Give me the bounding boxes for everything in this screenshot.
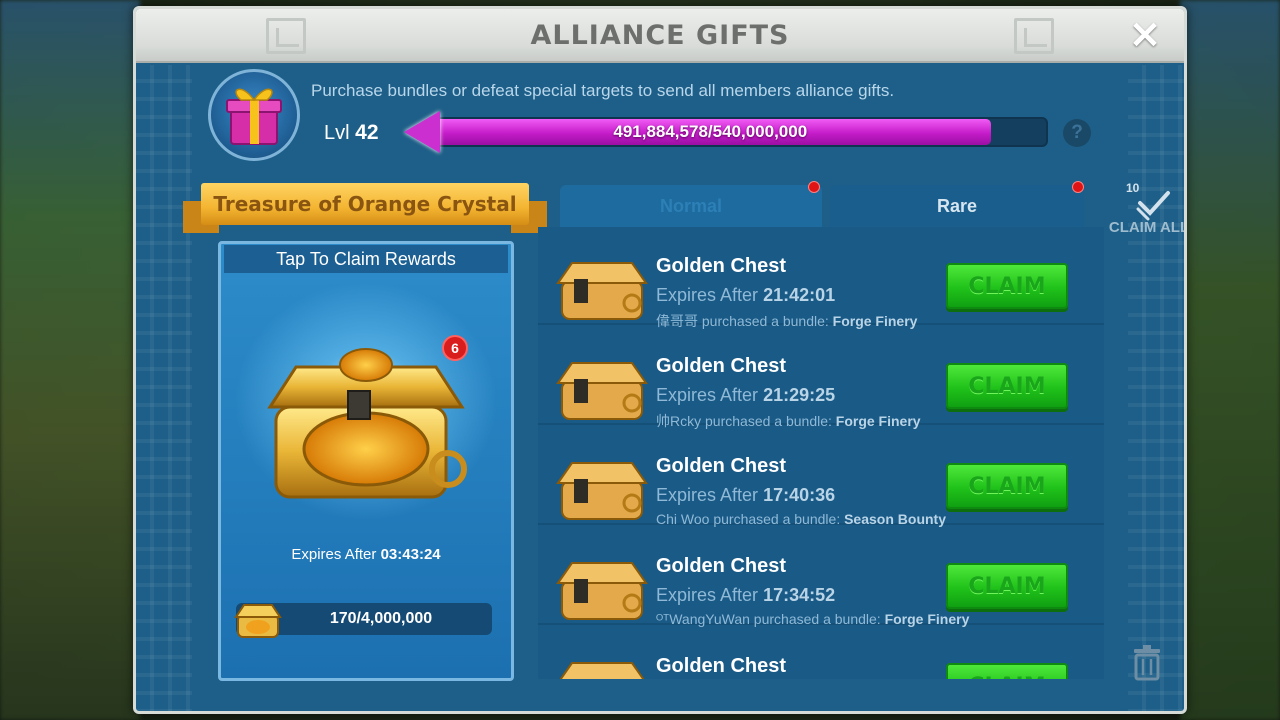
tab-normal[interactable]: Normal xyxy=(560,185,822,227)
gift-expires-time: 17:34:52 xyxy=(763,585,836,605)
check-icon xyxy=(1136,191,1170,221)
meander-border-left xyxy=(136,65,192,711)
gift-source: Chi Woo purchased a bundle: Season Bount… xyxy=(656,511,946,527)
meander-border-right xyxy=(1128,65,1184,711)
claim-button[interactable]: CLAIM xyxy=(946,563,1068,609)
list-item: Golden Chest CLAIM xyxy=(538,627,1104,679)
gift-expires-label: Expires After xyxy=(656,285,759,305)
gift-buyer: ᴼᵀWangYuWan xyxy=(656,611,750,627)
treasure-expires: Expires After 03:43:24 xyxy=(224,546,508,563)
gift-expires: Expires After 21:29:25 xyxy=(656,385,835,406)
claim-button[interactable]: CLAIM xyxy=(946,463,1068,509)
gift-name: Golden Chest xyxy=(656,355,787,377)
gift-bundle: Season Bounty xyxy=(844,511,946,527)
gift-name: Golden Chest xyxy=(656,255,787,277)
background-left xyxy=(0,0,140,720)
gift-name: Golden Chest xyxy=(656,555,787,577)
alliance-level: Lvl 42 xyxy=(324,121,379,145)
treasure-ribbon: Treasure of Orange Crystal xyxy=(183,183,547,235)
gift-buyer: Chi Woo xyxy=(656,511,710,527)
list-item: Golden Chest Expires After 21:29:25 帅Rck… xyxy=(538,327,1104,429)
orange-crystal-chest-icon[interactable] xyxy=(256,337,476,507)
gift-expires-label: Expires After xyxy=(656,385,759,405)
window-title: ALLIANCE GIFTS xyxy=(530,19,790,51)
meander-ornament-right xyxy=(1014,18,1054,54)
question-icon: ? xyxy=(1071,122,1083,143)
gift-expires: Expires After 21:42:01 xyxy=(656,285,835,306)
tab-rare-notification-dot xyxy=(1072,181,1084,193)
level-value: 42 xyxy=(355,121,379,144)
treasure-title: Treasure of Orange Crystal xyxy=(201,183,529,225)
meander-ornament-left xyxy=(266,18,306,54)
golden-chest-icon xyxy=(556,262,648,320)
level-progress-bar: 491,884,578/540,000,000 xyxy=(428,117,1048,147)
golden-chest-icon xyxy=(556,462,648,520)
gifts-description: Purchase bundles or defeat special targe… xyxy=(311,81,895,100)
treasure-expires-label: Expires After xyxy=(291,546,377,563)
crystal-progress-text: 170/4,000,000 xyxy=(329,610,433,627)
title-bar: ALLIANCE GIFTS × xyxy=(136,9,1184,63)
gift-expires: Expires After 17:40:36 xyxy=(656,485,835,506)
gift-source-text: purchased a bundle: xyxy=(753,611,881,627)
gift-box-avatar xyxy=(208,69,300,161)
gift-source-text: purchased a bundle: xyxy=(713,511,841,527)
treasure-expires-time: 03:43:24 xyxy=(380,546,441,563)
golden-chest-icon xyxy=(556,362,648,420)
gift-name: Golden Chest xyxy=(656,455,787,477)
gift-icon xyxy=(226,88,282,145)
help-button[interactable]: ? xyxy=(1063,119,1091,147)
claim-button[interactable]: CLAIM xyxy=(946,363,1068,409)
gift-source: ᴼᵀWangYuWan purchased a bundle: Forge Fi… xyxy=(656,611,969,627)
gift-bundle: Forge Finery xyxy=(884,611,970,627)
claim-button[interactable]: CLAIM xyxy=(946,263,1068,309)
close-icon: × xyxy=(1128,11,1162,57)
chest-count-badge: 6 xyxy=(442,335,468,361)
close-button[interactable]: × xyxy=(1128,14,1162,54)
gift-expires-time: 21:29:25 xyxy=(763,385,836,405)
gift-list[interactable]: Golden Chest Expires After 21:42:01 偉哥哥 … xyxy=(538,227,1104,679)
level-prefix: Lvl xyxy=(324,122,350,144)
gift-expires-label: Expires After xyxy=(656,485,759,505)
golden-chest-icon xyxy=(559,662,645,679)
gift-expires-time: 17:40:36 xyxy=(763,485,836,505)
gift-expires-label: Expires After xyxy=(656,585,759,605)
background-right xyxy=(1180,0,1280,720)
list-item: Golden Chest Expires After 17:34:52 ᴼᵀWa… xyxy=(538,527,1104,627)
tab-rare[interactable]: Rare xyxy=(830,185,1084,227)
alliance-gifts-window: ALLIANCE GIFTS × Purchase bundles or def… xyxy=(133,6,1187,714)
list-item: Golden Chest Expires After 21:42:01 偉哥哥 … xyxy=(538,227,1104,329)
claim-button[interactable]: CLAIM xyxy=(946,663,1068,679)
tab-normal-notification-dot xyxy=(808,181,820,193)
golden-chest-icon xyxy=(556,562,648,620)
progress-arrow-icon xyxy=(404,111,440,153)
tap-to-claim-label: Tap To Claim Rewards xyxy=(224,245,508,273)
claim-all-label: CLAIM ALL xyxy=(1108,219,1187,236)
level-progress-text: 491,884,578/540,000,000 xyxy=(613,122,808,141)
list-item: Golden Chest Expires After 17:40:36 Chi … xyxy=(538,427,1104,527)
gift-name: Golden Chest xyxy=(656,655,787,677)
trash-icon[interactable] xyxy=(1132,645,1162,681)
gift-expires: Expires After 17:34:52 xyxy=(656,585,835,606)
small-gold-chest-icon xyxy=(234,604,282,638)
gift-expires-time: 21:42:01 xyxy=(763,285,836,305)
